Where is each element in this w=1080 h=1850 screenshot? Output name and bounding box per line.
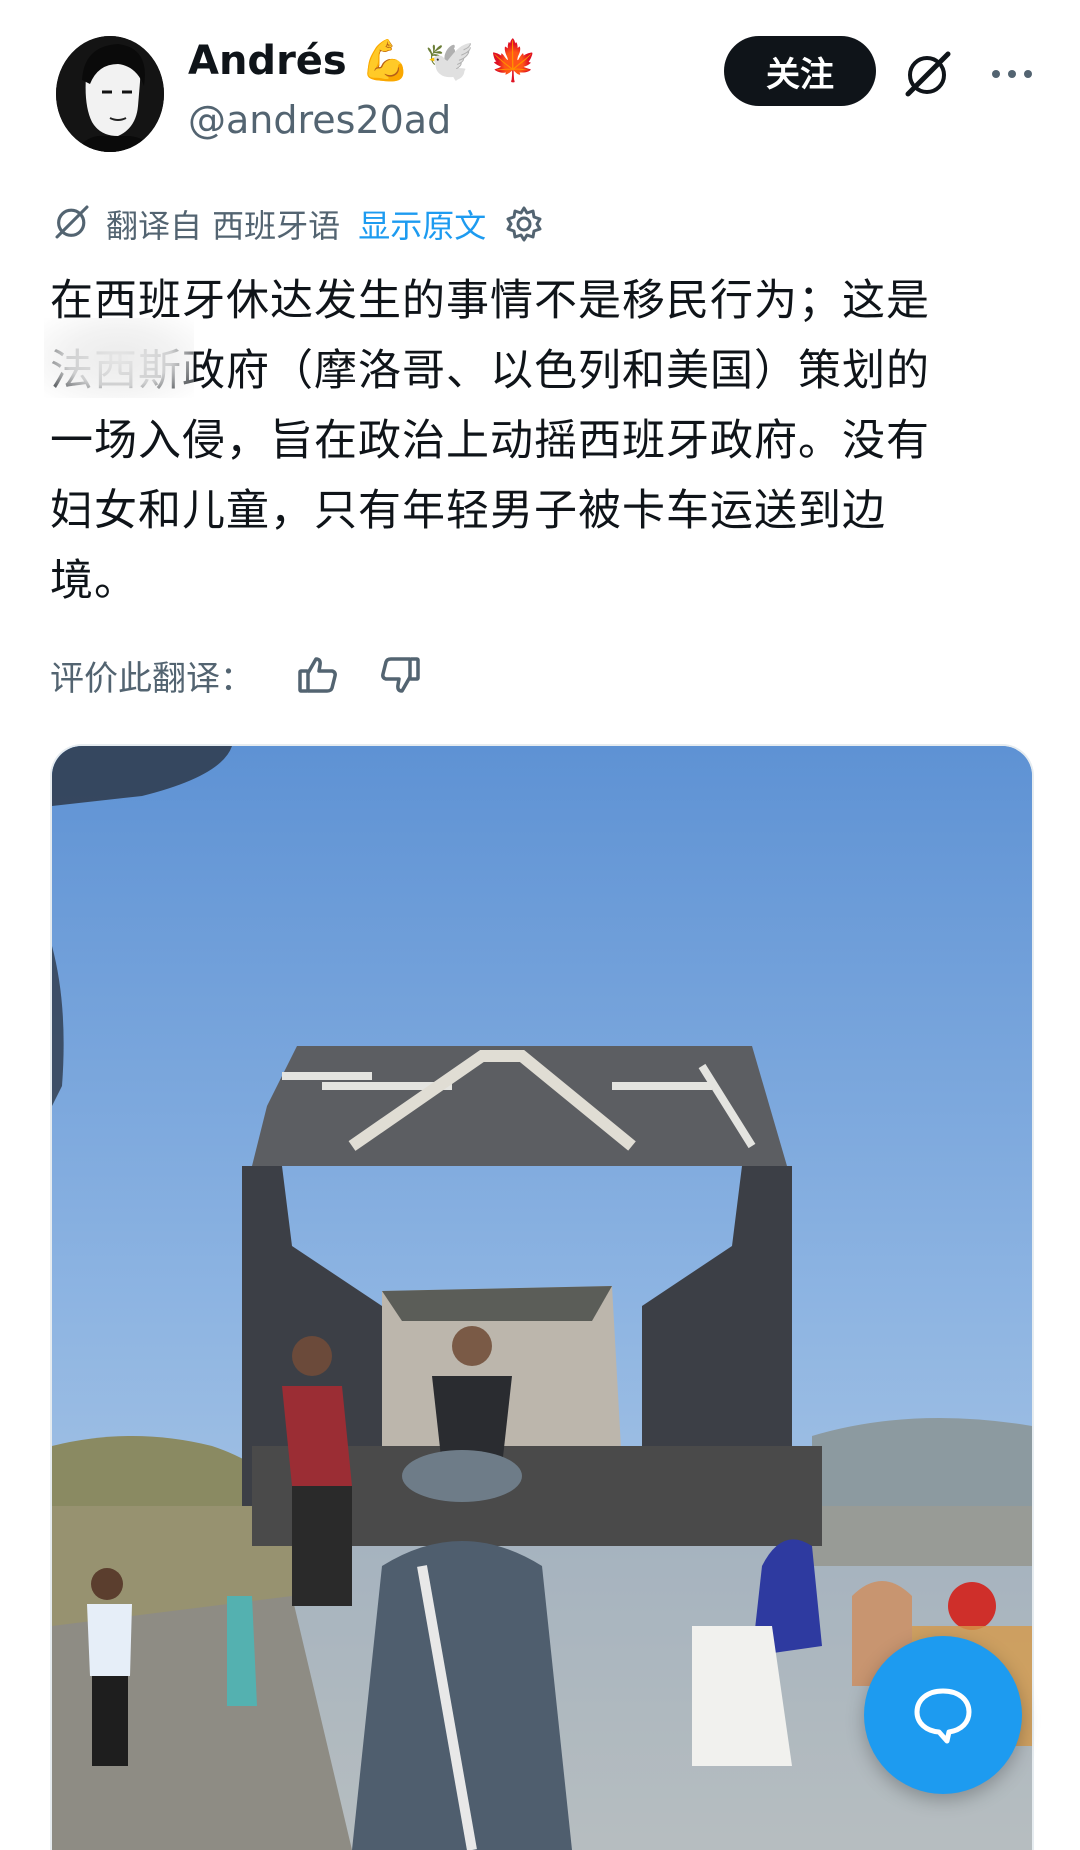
rate-translation-label: 评价此翻译： — [50, 658, 254, 699]
user-handle[interactable]: @andres20ad — [188, 98, 451, 142]
tweet-line: 在西班牙休达发生的事情不是移民行为；这是 — [50, 276, 930, 326]
thumbs-up-icon[interactable] — [294, 651, 342, 699]
grok-icon[interactable] — [900, 46, 956, 102]
tweet-text: 在西班牙休达发生的事情不是移民行为；这是 法西斯政府（摩洛哥、以色列和美国）策划… — [50, 266, 1030, 616]
display-name[interactable]: Andrés — [188, 38, 347, 84]
translated-from-label: 翻译自 西班牙语 — [106, 207, 341, 245]
avatar[interactable] — [56, 36, 164, 152]
translation-info: 翻译自 西班牙语 显示原文 — [50, 202, 544, 246]
grok-icon — [50, 200, 94, 248]
more-dots-icon[interactable] — [984, 46, 1040, 102]
thumbs-down-icon[interactable] — [376, 651, 424, 699]
dove-emoji: 🕊️ — [424, 38, 475, 84]
rate-translation: 评价此翻译： — [50, 650, 424, 700]
follow-button[interactable]: 关注 — [724, 36, 876, 106]
name-row: Andrés 💪 🕊️ 🍁 — [188, 38, 538, 84]
blur-overlay — [44, 318, 194, 398]
maple-leaf-emoji: 🍁 — [488, 38, 539, 84]
tweet-line: 境。 — [50, 556, 138, 606]
show-original-link[interactable]: 显示原文 — [358, 201, 486, 247]
tweet-line: 一场入侵，旨在政治上动摇西班牙政府。没有 — [50, 416, 930, 466]
post-header: Andrés 💪 🕊️ 🍁 @andres20ad 关注 — [0, 0, 1080, 170]
avatar-image — [56, 36, 164, 152]
chat-bubble-icon — [914, 1688, 972, 1744]
flexed-biceps-emoji: 💪 — [360, 38, 411, 84]
chat-fab-button[interactable] — [864, 1636, 1022, 1794]
tweet-line: 法西斯政府（摩洛哥、以色列和美国）策划的 — [50, 346, 930, 396]
gear-icon[interactable] — [504, 204, 544, 244]
tweet-line: 妇女和儿童，只有年轻男子被卡车运送到边 — [50, 486, 886, 536]
